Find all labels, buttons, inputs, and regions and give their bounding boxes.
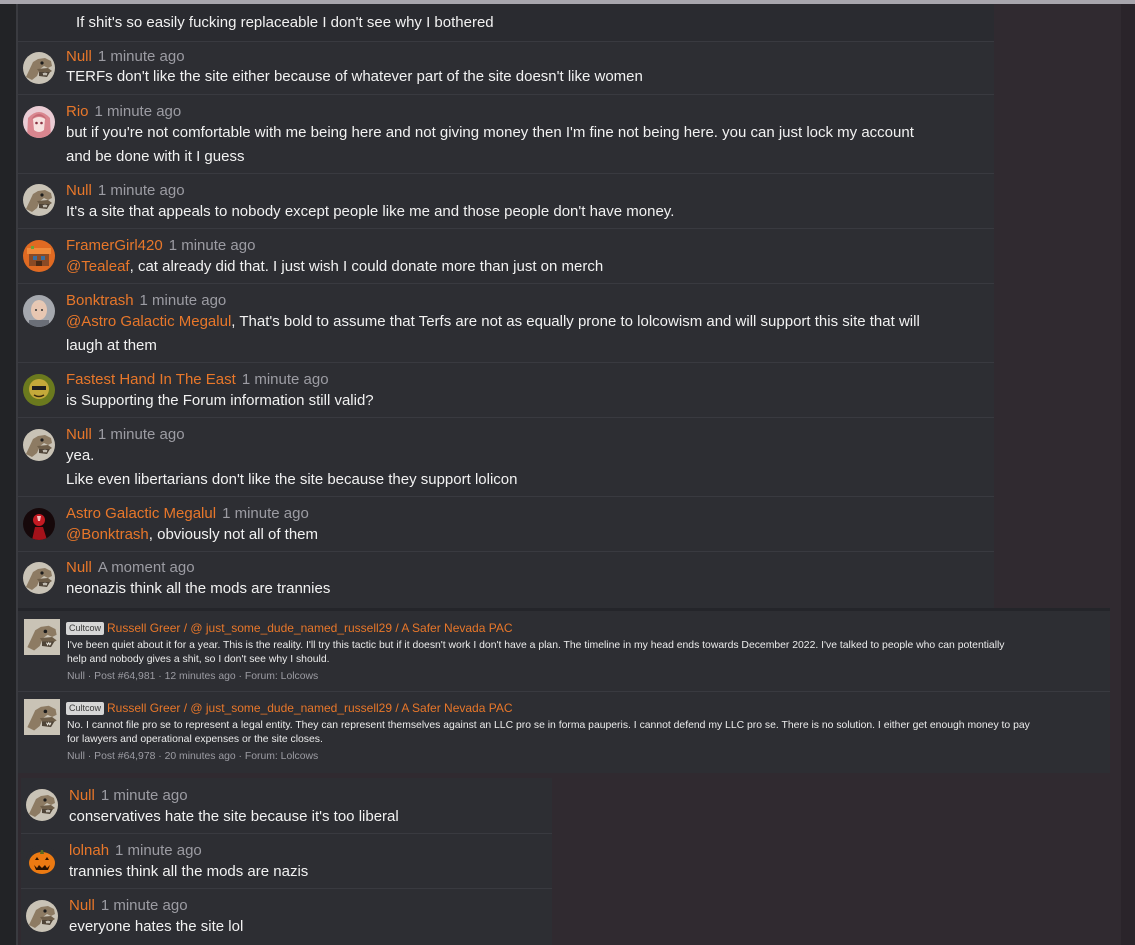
chat-message: Astro Galactic Megalul 1 minute ago @Bonk… (18, 498, 994, 552)
message-text: , obviously not all of them (148, 526, 319, 543)
message-text: and be done with it I guess (66, 148, 245, 165)
message-text: , That's bold to assume that Terfs are n… (231, 313, 920, 330)
quoted-post[interactable]: Cultcow Russell Greer / @ just_some_dude_… (18, 611, 1110, 691)
chat-panel-top: If shit's so easily fucking replaceable … (18, 0, 994, 608)
post-excerpt: help and nobody gives a shit, so I don't… (67, 654, 330, 665)
dragon-avatar-icon[interactable] (23, 184, 55, 216)
author-name[interactable]: Null (66, 182, 92, 199)
divider (18, 41, 994, 42)
dragon-avatar-icon[interactable] (24, 699, 60, 735)
divider (18, 283, 994, 284)
chat-message-fragment: If shit's so easily fucking replaceable … (18, 0, 994, 42)
post-excerpt: No. I cannot file pro se to represent a … (67, 720, 1030, 731)
chat-message: lolnah 1 minute ago trannies think all th… (21, 835, 552, 889)
dragon-avatar-icon[interactable] (23, 429, 55, 461)
thread-title-link[interactable]: Russell Greer / @ just_some_dude_named_r… (107, 621, 513, 635)
chat-message: Fastest Hand In The East 1 minute ago is … (18, 364, 994, 418)
timestamp: 1 minute ago (139, 292, 227, 309)
message-text: neonazis think all the mods are trannies (66, 580, 331, 597)
chat-message: Bonktrash 1 minute ago @Astro Galactic Me… (18, 285, 994, 363)
divider (18, 228, 994, 229)
cultcow-badge: Cultcow (66, 702, 105, 715)
window-top-edge (0, 0, 1135, 4)
divider (18, 551, 994, 552)
timestamp: 1 minute ago (115, 842, 202, 859)
post-excerpt: for lawyers and operational expenses or … (67, 734, 323, 745)
divider (18, 173, 994, 174)
timestamp: 1 minute ago (97, 182, 185, 199)
timestamp: 1 minute ago (222, 505, 309, 522)
author-name[interactable]: Null (69, 897, 95, 914)
red-figure-avatar-icon[interactable] (23, 508, 55, 540)
timestamp: 1 minute ago (168, 237, 256, 254)
timestamp: 1 minute ago (100, 897, 188, 914)
divider (18, 417, 994, 418)
pixel-art-avatar-icon[interactable] (23, 240, 55, 272)
dragon-avatar-icon[interactable] (26, 789, 58, 821)
message-text: yea. (66, 447, 95, 464)
chat-message: FramerGirl420 1 minute ago @Tealeaf, cat … (18, 230, 994, 284)
divider (18, 94, 994, 95)
author-name[interactable]: Fastest Hand In The East (66, 371, 236, 388)
cultcow-badge: Cultcow (66, 622, 105, 635)
message-text: Like even libertarians don't like the si… (66, 471, 518, 488)
message-text: , cat already did that. I just wish I co… (129, 258, 604, 275)
pumpkin-avatar-icon[interactable] (26, 845, 58, 877)
message-text: but if you're not comfortable with me be… (66, 124, 914, 141)
message-text: If shit's so easily fucking replaceable … (76, 14, 494, 31)
author-name[interactable]: Bonktrash (66, 292, 134, 309)
quoted-posts-panel: Cultcow Russell Greer / @ just_some_dude_… (18, 608, 1110, 773)
anime-girl-avatar-icon[interactable] (23, 106, 55, 138)
message-text: conservatives hate the site because it's… (69, 808, 399, 825)
dragon-avatar-icon[interactable] (26, 900, 58, 932)
chat-message: Rio 1 minute ago but if you're not comfor… (18, 96, 994, 174)
face-avatar-icon[interactable] (23, 295, 55, 327)
divider (21, 833, 552, 834)
dragon-avatar-icon[interactable] (23, 52, 55, 84)
dragon-avatar-icon[interactable] (23, 562, 55, 594)
author-name[interactable]: Null (66, 559, 92, 576)
divider (21, 888, 552, 889)
message-text: everyone hates the site lol (69, 918, 244, 935)
thread-title-link[interactable]: Russell Greer / @ just_some_dude_named_r… (107, 701, 513, 715)
quoted-post[interactable]: Cultcow Russell Greer / @ just_some_dude_… (18, 692, 1110, 773)
timestamp: 1 minute ago (241, 371, 329, 388)
timestamp: A moment ago (97, 559, 195, 576)
divider (18, 362, 994, 363)
author-name[interactable]: Null (66, 426, 92, 443)
message-text: is Supporting the Forum information stil… (66, 392, 374, 409)
divider (18, 496, 994, 497)
chat-message: Null 1 minute ago It's a site that appeal… (18, 175, 994, 229)
user-mention[interactable]: @Tealeaf (66, 258, 130, 275)
timestamp: 1 minute ago (94, 103, 182, 120)
timestamp: 1 minute ago (100, 787, 188, 804)
message-text: trannies think all the mods are nazis (69, 863, 309, 880)
chat-message: Null 1 minute ago yea. Like even libertar… (18, 419, 994, 497)
post-excerpt: I've been quiet about it for a year. Thi… (67, 640, 1005, 651)
chat-message: Null 1 minute ago TERFs don't like the si… (18, 43, 994, 95)
post-meta[interactable]: Null · Post #64,981 · 12 minutes ago · F… (67, 671, 318, 682)
message-text: laugh at them (66, 337, 157, 354)
chat-panel-bottom: Null 1 minute ago conservatives hate the … (21, 778, 552, 945)
chat-message: Null 1 minute ago conservatives hate the … (21, 778, 552, 834)
chat-message: Null 1 minute ago everyone hates the site… (21, 890, 552, 945)
message-text: It's a site that appeals to nobody excep… (66, 203, 675, 220)
timestamp: 1 minute ago (97, 48, 185, 65)
user-mention[interactable]: @Astro Galactic Megalul (66, 313, 231, 330)
author-name[interactable]: Rio (66, 103, 89, 120)
author-name[interactable]: Null (69, 787, 95, 804)
post-meta[interactable]: Null · Post #64,978 · 20 minutes ago · F… (67, 751, 318, 762)
author-name[interactable]: FramerGirl420 (66, 237, 163, 254)
message-text: TERFs don't like the site either because… (66, 68, 643, 85)
author-name[interactable]: lolnah (69, 842, 109, 859)
timestamp: 1 minute ago (97, 426, 185, 443)
dragon-avatar-icon[interactable] (24, 619, 60, 655)
author-name[interactable]: Null (66, 48, 92, 65)
author-name[interactable]: Astro Galactic Megalul (66, 505, 216, 522)
user-mention[interactable]: @Bonktrash (66, 526, 149, 543)
right-edge (1121, 0, 1135, 945)
chat-message: Null A moment ago neonazis think all the … (18, 553, 994, 608)
green-face-avatar-icon[interactable] (23, 374, 55, 406)
